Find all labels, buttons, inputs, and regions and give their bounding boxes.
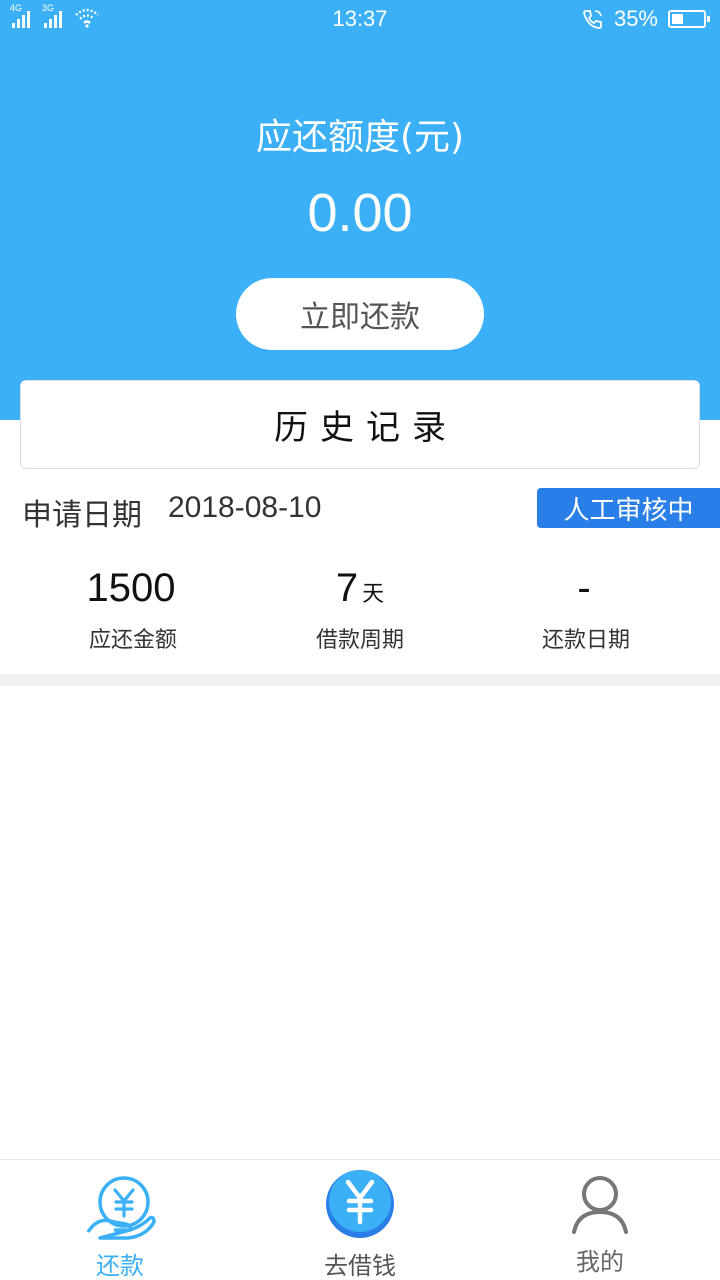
battery-icon bbox=[668, 10, 710, 28]
stat-unit: 天 bbox=[362, 582, 385, 607]
history-records-button[interactable]: 历史记录 bbox=[20, 380, 700, 469]
stat-label: 借款周期 bbox=[315, 628, 404, 653]
tab-borrow[interactable]: 去借钱 bbox=[240, 1160, 480, 1280]
stat-repay-date: - 还款日期 bbox=[466, 566, 706, 654]
status-badge: 人工审核中 bbox=[537, 488, 720, 528]
tab-label: 还款 bbox=[96, 1252, 144, 1280]
status-right: 35% bbox=[582, 6, 710, 32]
tab-repay[interactable]: 还款 bbox=[0, 1160, 240, 1280]
amount-due-title: 应还额度(元) bbox=[255, 117, 465, 158]
user-icon bbox=[572, 1176, 628, 1234]
battery-percent: 35% bbox=[613, 6, 658, 31]
section-divider bbox=[0, 674, 720, 686]
amount-due-value: 0.00 bbox=[307, 183, 413, 243]
repay-now-button[interactable]: 立即还款 bbox=[236, 278, 484, 350]
stat-label: 应还金额 bbox=[88, 628, 177, 653]
call-icon bbox=[583, 10, 602, 29]
apply-date-label: 申请日期 bbox=[22, 498, 142, 533]
tab-label: 我的 bbox=[576, 1248, 624, 1276]
yen-hand-icon bbox=[86, 1176, 156, 1240]
stat-loan-period: 7天 借款周期 bbox=[240, 566, 480, 654]
status-bar: 4G 3G 13:37 35% bbox=[0, 0, 720, 40]
tab-mine[interactable]: 我的 bbox=[480, 1160, 720, 1280]
loan-stats: 1500 应还金额 7天 借款周期 - 还款日期 bbox=[0, 566, 720, 666]
stat-label: 还款日期 bbox=[541, 628, 630, 653]
stat-value: 1500 bbox=[86, 566, 176, 610]
yen-coin-icon bbox=[326, 1170, 394, 1238]
application-row: 申请日期 2018-08-10 人工审核中 bbox=[0, 480, 720, 536]
battery-level-fill bbox=[672, 14, 683, 24]
bottom-tab-bar: 还款 去借钱 我的 bbox=[0, 1159, 720, 1280]
stat-value: 7 bbox=[335, 566, 359, 610]
stat-value: - bbox=[577, 566, 591, 610]
apply-date-value: 2018-08-10 bbox=[168, 491, 322, 524]
stat-amount-due: 1500 应还金额 bbox=[13, 566, 253, 654]
tab-label: 去借钱 bbox=[324, 1252, 396, 1280]
